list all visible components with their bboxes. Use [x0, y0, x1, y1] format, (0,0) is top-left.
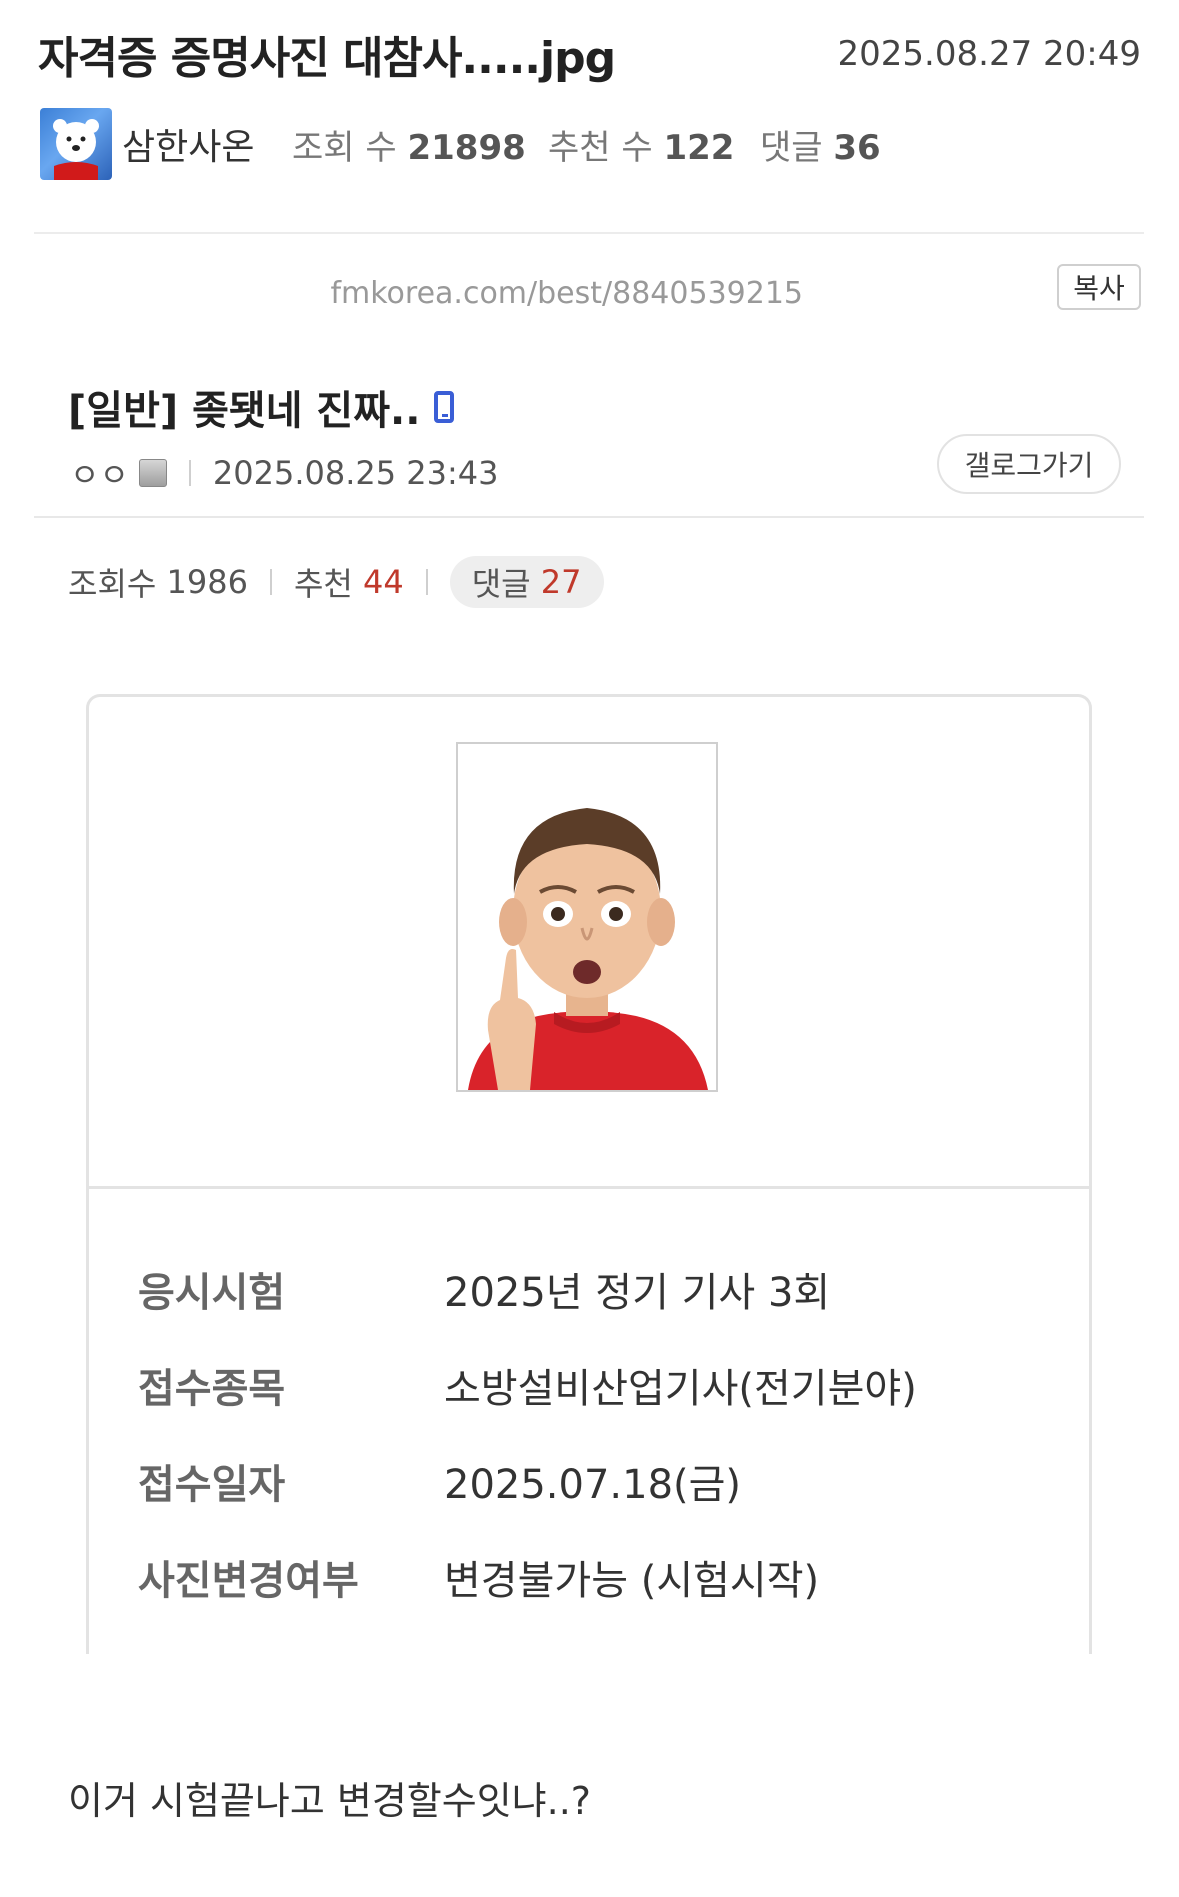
date-row-value: 2025.07.18(금): [444, 1462, 742, 1508]
original-recommend-label: 추천: [293, 565, 353, 603]
original-post-meta: ㅇㅇ 2025.08.25 23:43: [70, 450, 499, 496]
photo-change-row-label: 사진변경여부: [138, 1558, 359, 1604]
view-count-value: 21898: [407, 128, 526, 168]
mobile-icon: [434, 391, 455, 423]
view-count: 조회 수 21898: [292, 120, 526, 169]
post-datetime: 2025.08.27 20:49: [837, 34, 1141, 74]
original-comments-value: 27: [540, 563, 582, 601]
fixed-nick-icon: [138, 459, 167, 487]
polar-bear-icon: [53, 119, 99, 180]
comment-count-value: 36: [833, 128, 881, 168]
original-comments-pill[interactable]: 댓글 27: [449, 556, 604, 608]
original-comments-label: 댓글: [471, 565, 531, 603]
stats-separator: [269, 569, 272, 595]
recommend-count: 추천 수 122: [548, 120, 734, 169]
boy-photo-illustration: [458, 744, 716, 1090]
comment-count: 댓글 36: [760, 120, 881, 169]
share-url: fmkorea.com/best/8840539215: [330, 276, 803, 311]
original-recommend-value: 44: [363, 563, 404, 601]
exam-row-label: 응시시험: [138, 1270, 286, 1316]
comment-count-label: 댓글: [760, 128, 823, 168]
card-divider: [86, 1186, 1092, 1189]
author-name[interactable]: 삼한사온: [122, 118, 254, 170]
original-views-value: 1986: [166, 563, 248, 601]
id-photo: [456, 742, 718, 1092]
original-post-datetime: 2025.08.25 23:43: [212, 454, 499, 492]
recommend-count-value: 122: [663, 128, 735, 168]
original-post-stats: 조회수 1986 추천 44 댓글 27: [68, 556, 604, 608]
post-title: 자격증 증명사진 대참사.....jpg: [38, 33, 616, 84]
subject-row-value: 소방설비산업기사(전기분야): [444, 1366, 917, 1412]
subject-row-label: 접수종목: [138, 1366, 286, 1412]
photo-change-row-value: 변경불가능 (시험시작): [444, 1558, 820, 1604]
original-views-label: 조회수: [68, 565, 157, 603]
gallog-button[interactable]: 갤로그가기: [937, 434, 1121, 494]
recommend-count-label: 추천 수: [548, 128, 653, 168]
original-post-nickname[interactable]: ㅇㅇ: [70, 450, 129, 496]
meta-separator: [188, 460, 191, 486]
original-post-title-text: [일반] 좆됏네 진짜..: [68, 388, 421, 434]
exam-row-value: 2025년 정기 기사 3회: [444, 1270, 831, 1316]
stats-separator: [425, 569, 428, 595]
post-body-text: 이거 시험끝나고 변경할수잇냐..?: [68, 1779, 591, 1823]
original-post-title: [일반] 좆됏네 진짜..: [68, 378, 455, 436]
view-count-label: 조회 수: [292, 128, 397, 168]
author-avatar[interactable]: [40, 108, 112, 180]
copy-url-button[interactable]: 복사: [1057, 264, 1141, 310]
original-post-divider: [34, 516, 1144, 518]
date-row-label: 접수일자: [138, 1462, 286, 1508]
header-divider: [34, 232, 1144, 234]
